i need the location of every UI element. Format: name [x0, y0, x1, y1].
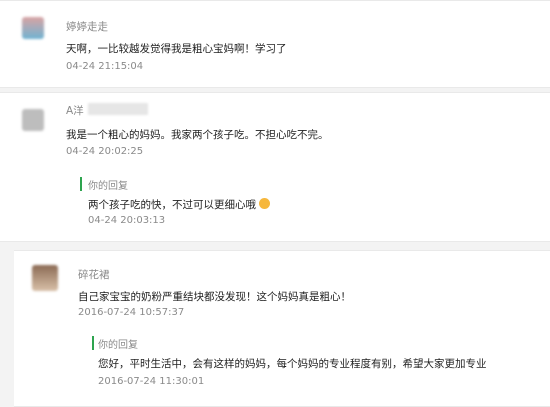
emoji-icon	[259, 198, 270, 209]
comment-author[interactable]: A洋	[66, 103, 84, 118]
reply-time: 2016-07-24 11:30:01	[98, 376, 205, 387]
comment-time: 2016-07-24 10:57:37	[78, 307, 185, 318]
avatar[interactable]	[22, 17, 44, 39]
comment-time: 04-24 21:15:04	[66, 61, 144, 72]
comment-author[interactable]: 碎花裙	[78, 267, 110, 282]
reply-accent-bar	[80, 177, 82, 191]
reply-text-content: 两个孩子吃的快，不过可以更细心哦	[88, 199, 256, 211]
comment-card-1: 婷婷走走 天啊，一比较越发觉得我是粗心宝妈啊！学习了 04-24 21:15:0…	[0, 0, 550, 88]
reply-text: 您好，平时生活中，会有这样的妈妈，每个妈妈的专业程度有别，希望大家更加专业	[98, 358, 487, 370]
comment-text: 天啊，一比较越发觉得我是粗心宝妈啊！学习了	[66, 43, 287, 55]
comment-text: 我是一个粗心的妈妈。我家两个孩子吃。不担心吃不完。	[66, 129, 329, 141]
avatar[interactable]	[32, 265, 58, 291]
reply-text: 两个孩子吃的快，不过可以更细心哦	[88, 197, 270, 212]
avatar[interactable]	[22, 109, 44, 131]
reply-accent-bar	[92, 336, 94, 350]
redacted-name-block	[88, 103, 148, 115]
comment-author[interactable]: 婷婷走走	[66, 19, 108, 34]
reply-label: 你的回复	[98, 340, 138, 351]
comment-card-2: A洋 我是一个粗心的妈妈。我家两个孩子吃。不担心吃不完。 04-24 20:02…	[0, 92, 550, 242]
comment-text: 自己家宝宝的奶粉严重结块都没发现！这个妈妈真是粗心！	[78, 291, 351, 303]
reply-label: 你的回复	[88, 181, 128, 192]
comment-card-3: 碎花裙 自己家宝宝的奶粉严重结块都没发现！这个妈妈真是粗心！ 2016-07-2…	[14, 250, 550, 407]
reply-time: 04-24 20:03:13	[88, 215, 166, 226]
comment-time: 04-24 20:02:25	[66, 146, 144, 157]
